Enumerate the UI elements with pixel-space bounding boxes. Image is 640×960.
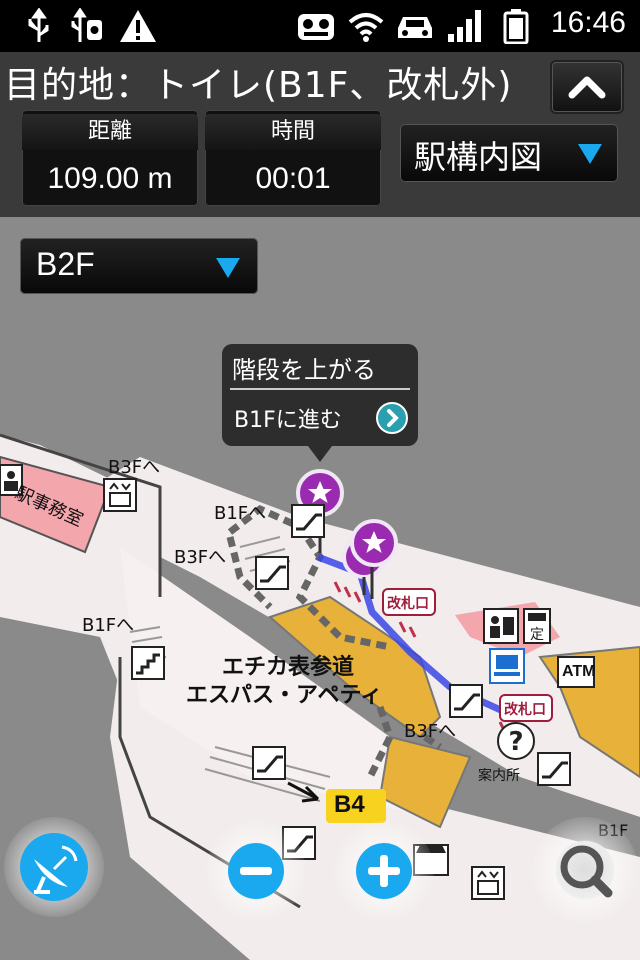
instruction-title: 階段を上がる: [232, 356, 376, 384]
escalator-icon-3: [449, 684, 483, 718]
search-button[interactable]: [532, 817, 638, 923]
distance-box: 距離 109.00 m: [22, 110, 198, 206]
time-label: 時間: [205, 114, 381, 150]
destination-title: 目的地：トイレ(B1F、改札外): [4, 65, 513, 106]
distance-label: 距離: [22, 114, 198, 150]
time-box: 時間 00:01: [205, 110, 381, 206]
escalator-icon-6: [537, 752, 571, 786]
zoom-out-button[interactable]: [206, 821, 306, 921]
station-map[interactable]: 定 ? 駅事務室 B3Fへ B1Fへ B3Fへ B1Fへ エチカ表参道 エスパス…: [0, 217, 640, 960]
map-type-label: 駅構内図: [414, 138, 543, 176]
lost-and-found-icon: [483, 608, 519, 644]
atm-label: ATM: [562, 663, 596, 680]
svg-text:定: 定: [530, 627, 544, 643]
wifi-icon: [348, 13, 384, 42]
tooltip-pointer: [308, 446, 332, 462]
chevron-up-icon: [568, 76, 606, 99]
gps-button[interactable]: [4, 817, 104, 917]
zoom-in-icon: [356, 843, 412, 899]
navigation-header: 目的地：トイレ(B1F、改札外) 距離 109.00 m 時間 00:01 駅構…: [0, 52, 640, 217]
escalator-icon: [291, 504, 325, 538]
collapse-button[interactable]: [550, 60, 624, 114]
status-bar: 16:46: [0, 0, 640, 52]
search-icon: [560, 845, 613, 898]
ticket-gate-label: 改札口: [387, 596, 429, 612]
signal-icon: [448, 10, 481, 42]
elevator-icon: [103, 478, 137, 512]
usb-debug-icon: [71, 8, 102, 42]
exit-b4-label: B4: [334, 791, 365, 818]
map-type-dropdown[interactable]: 駅構内図: [400, 124, 618, 182]
clock: 16:46: [550, 6, 626, 39]
to-b1f-label-2: B1Fへ: [82, 615, 135, 636]
voicemail-icon: [298, 14, 334, 40]
warning-icon: [120, 10, 156, 42]
ticket-machine-icon: [489, 648, 525, 684]
to-b3f-label-2: B3Fへ: [174, 547, 227, 568]
time-value: 00:01: [255, 162, 331, 195]
zoom-out-icon: [228, 843, 284, 899]
tooltip-divider: [230, 388, 410, 390]
escalator-icon-4: [252, 746, 286, 780]
fare-adjust-icon: 定: [523, 608, 551, 644]
battery-icon: [503, 9, 529, 44]
dropdown-arrow-icon: [216, 258, 240, 278]
instruction-action[interactable]: B1Fに進む: [234, 402, 342, 434]
floor-label: B2F: [36, 246, 95, 282]
escalator-icon-2: [255, 556, 289, 590]
to-b1f-label: B1Fへ: [214, 503, 267, 524]
distance-value: 109.00 m: [47, 162, 173, 195]
floor-dropdown[interactable]: B2F: [20, 238, 258, 294]
elevator-icon-2: [471, 866, 505, 900]
stairs-icon: [131, 646, 165, 680]
svg-text:?: ?: [508, 727, 523, 757]
information-icon: ?: [497, 722, 535, 760]
information-label: 案内所: [478, 768, 520, 784]
usb-icon: [28, 8, 49, 42]
chevron-right-icon[interactable]: [376, 402, 408, 434]
route-instruction-tooltip[interactable]: 階段を上がる B1Fに進む: [222, 344, 418, 462]
espace-label: エスパス・アペティ: [186, 683, 383, 708]
dropdown-arrow-icon: [578, 144, 602, 164]
car-icon: [398, 17, 432, 38]
ticket-gate-label-2: 改札口: [504, 702, 546, 718]
satellite-dish-icon: [20, 833, 88, 901]
to-b3f-label: B3Fへ: [108, 457, 161, 478]
zoom-in-button[interactable]: [334, 821, 434, 921]
to-b3f-label-3: B3Fへ: [404, 721, 457, 742]
